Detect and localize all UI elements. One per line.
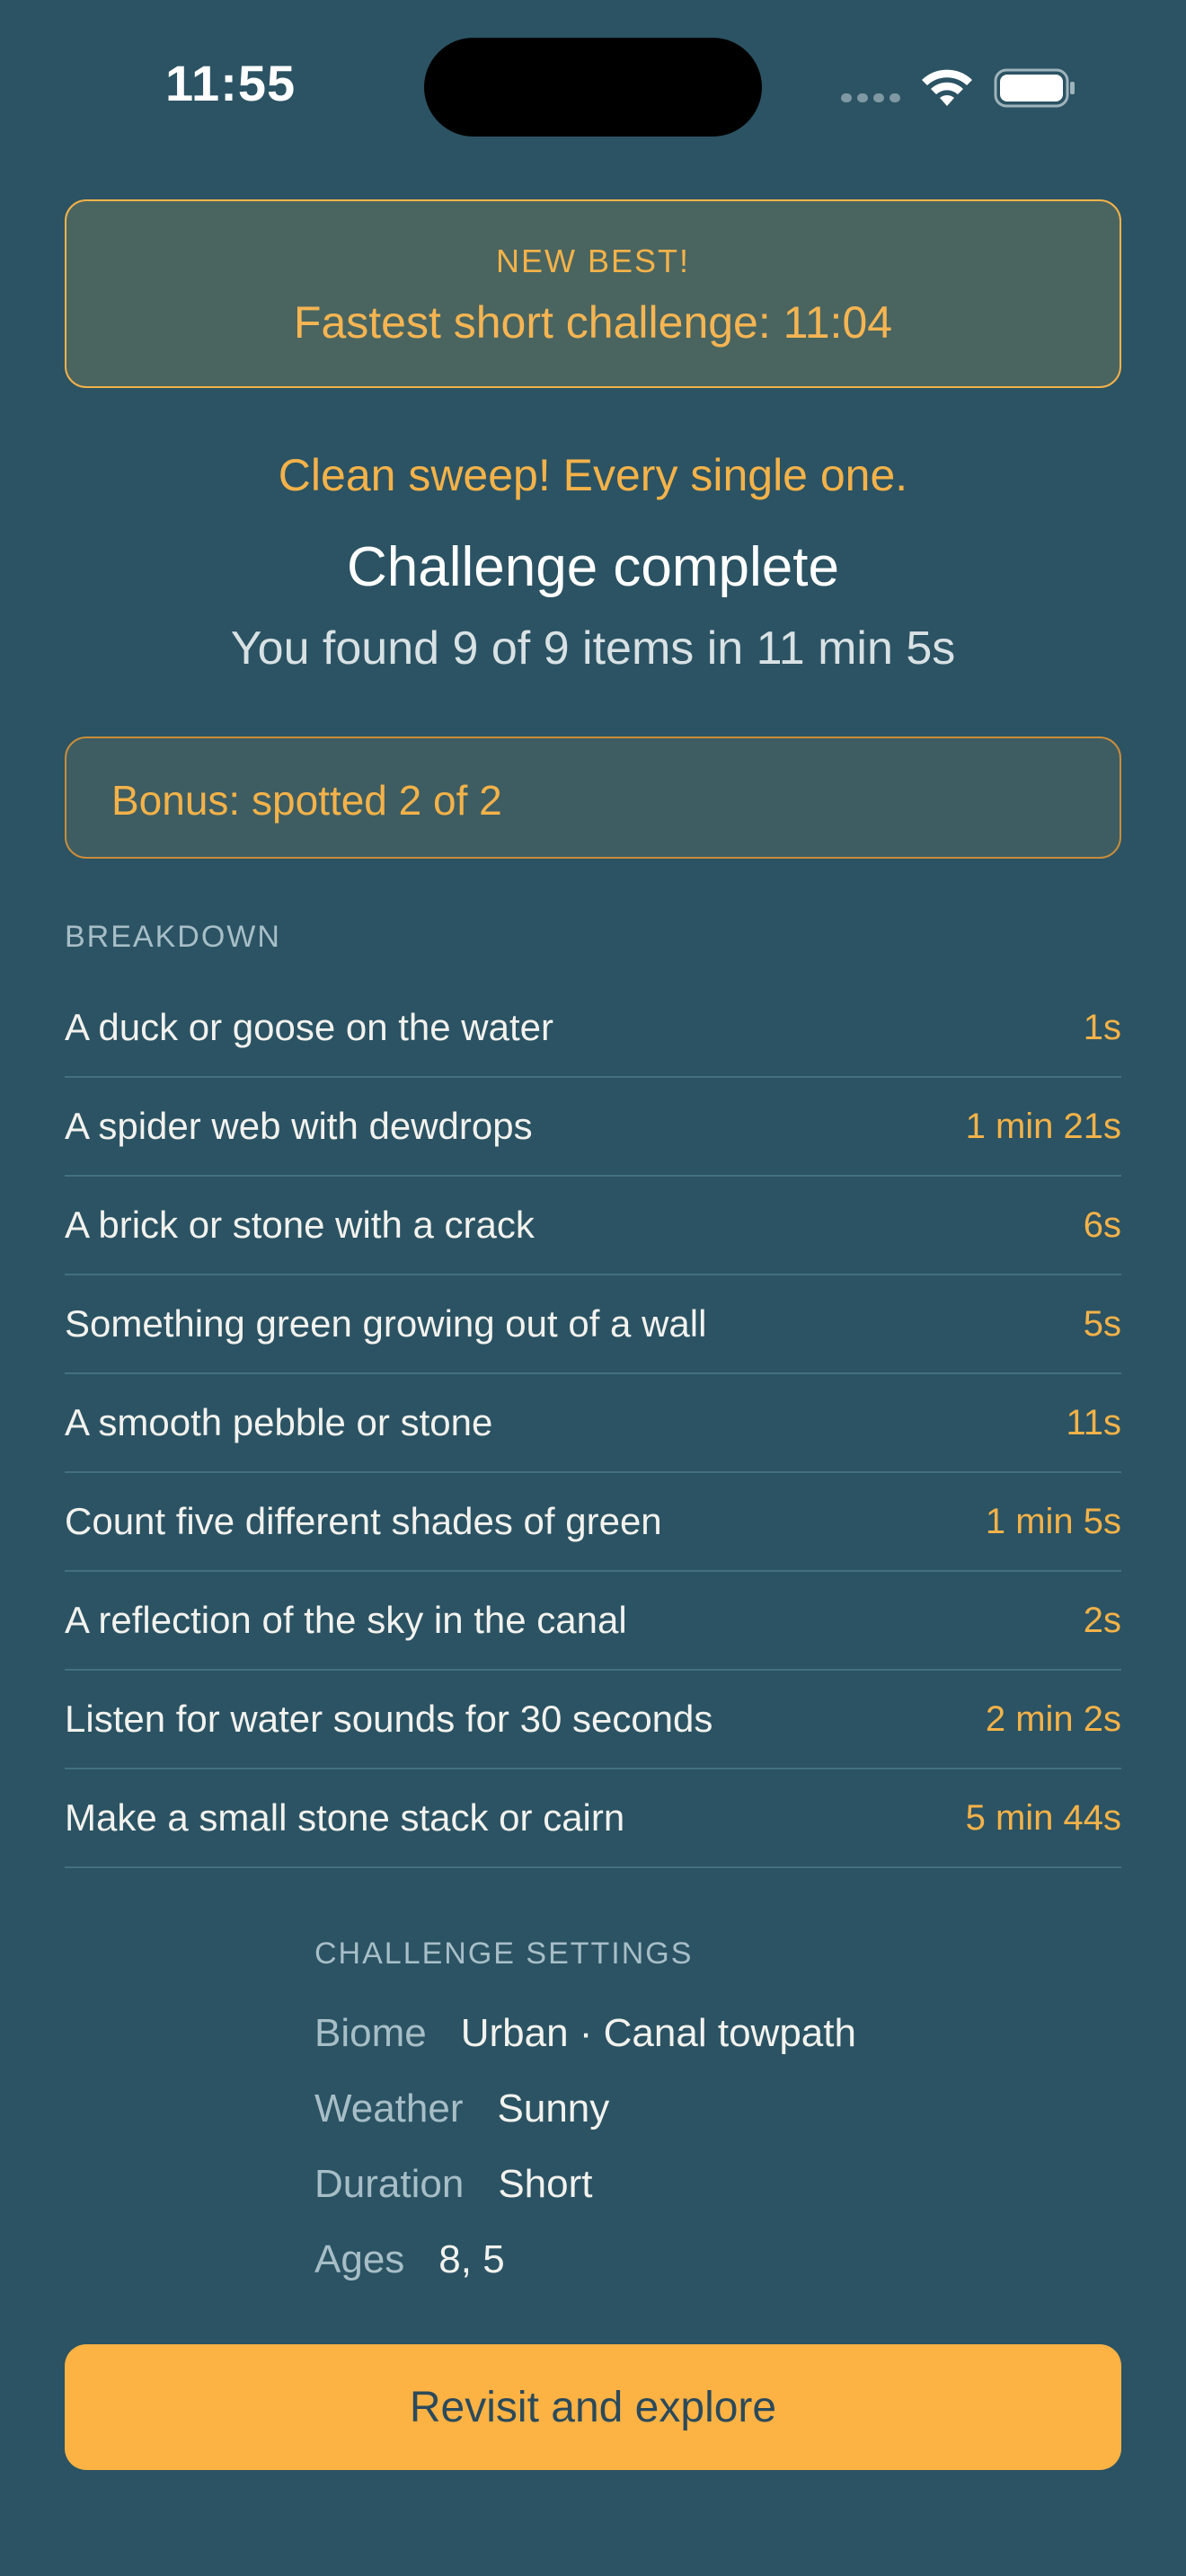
item-time: 6s xyxy=(1083,1204,1121,1245)
new-best-eyebrow: NEW BEST! xyxy=(495,243,691,279)
list-item: Listen for water sounds for 30 seconds 2… xyxy=(65,1671,1121,1769)
wifi-icon xyxy=(922,69,972,106)
new-best-banner: NEW BEST! Fastest short challenge: 11:04 xyxy=(65,199,1121,388)
status-bar: 11:55 xyxy=(0,0,1186,171)
setting-row-ages: Ages 8, 5 xyxy=(314,2222,856,2298)
list-item: A spider web with dewdrops 1 min 21s xyxy=(65,1078,1121,1177)
new-best-text: Fastest short challenge: 11:04 xyxy=(293,297,893,348)
item-name: A duck or goose on the water xyxy=(65,1006,554,1048)
item-time: 2s xyxy=(1083,1600,1121,1640)
list-item: Make a small stone stack or cairn 5 min … xyxy=(65,1769,1121,1868)
bonus-text: Bonus: spotted 2 of 2 xyxy=(111,777,502,824)
item-time: 1 min 5s xyxy=(985,1501,1121,1541)
setting-key: Ages xyxy=(314,2237,405,2281)
setting-value: 8, 5 xyxy=(438,2237,505,2281)
setting-value: Sunny xyxy=(497,2086,610,2130)
bonus-card: Bonus: spotted 2 of 2 xyxy=(65,737,1121,859)
setting-value: Short xyxy=(498,2162,593,2206)
sweep-message: Clean sweep! Every single one. xyxy=(278,450,908,500)
settings-label: CHALLENGE SETTINGS xyxy=(314,1936,694,1971)
revisit-explore-button[interactable]: Revisit and explore xyxy=(65,2344,1121,2470)
breakdown-list: A duck or goose on the water 1s A spider… xyxy=(65,979,1121,1868)
results-screen: 11:55 NEW BEST! Fastest short challenge:… xyxy=(0,0,1186,2576)
list-item: A reflection of the sky in the canal 2s xyxy=(65,1572,1121,1671)
item-time: 2 min 2s xyxy=(985,1698,1121,1739)
status-time: 11:55 xyxy=(165,55,296,111)
dynamic-island xyxy=(424,38,762,137)
setting-row-duration: Duration Short xyxy=(314,2147,856,2222)
item-name: Something green growing out of a wall xyxy=(65,1302,707,1345)
item-name: A reflection of the sky in the canal xyxy=(65,1599,627,1641)
item-name: A spider web with dewdrops xyxy=(65,1105,533,1147)
list-item: A smooth pebble or stone 11s xyxy=(65,1374,1121,1473)
item-name: Count five different shades of green xyxy=(65,1500,662,1542)
list-item: Count five different shades of green 1 m… xyxy=(65,1473,1121,1572)
challenge-settings: Biome Urban · Canal towpath Weather Sunn… xyxy=(314,1996,856,2298)
list-item: Something green growing out of a wall 5s xyxy=(65,1275,1121,1374)
item-name: A brick or stone with a crack xyxy=(65,1204,535,1246)
setting-key: Weather xyxy=(314,2086,464,2130)
item-time: 1 min 21s xyxy=(965,1106,1121,1146)
found-summary: You found 9 of 9 items in 11 min 5s xyxy=(230,622,956,675)
list-item: A brick or stone with a crack 6s xyxy=(65,1177,1121,1275)
battery-icon xyxy=(994,68,1075,108)
cellular-signal-icon xyxy=(841,93,900,102)
setting-row-biome: Biome Urban · Canal towpath xyxy=(314,1996,856,2071)
setting-key: Duration xyxy=(314,2162,465,2206)
breakdown-label: BREAKDOWN xyxy=(65,920,281,954)
setting-value: Urban · Canal towpath xyxy=(460,2011,856,2055)
item-time: 11s xyxy=(1066,1402,1121,1442)
item-time: 5s xyxy=(1083,1303,1121,1344)
setting-key: Biome xyxy=(314,2011,427,2055)
item-name: A smooth pebble or stone xyxy=(65,1401,493,1443)
page-title: Challenge complete xyxy=(346,536,839,598)
setting-row-weather: Weather Sunny xyxy=(314,2071,856,2147)
item-time: 1s xyxy=(1083,1007,1121,1047)
item-name: Make a small stone stack or cairn xyxy=(65,1796,625,1839)
item-time: 5 min 44s xyxy=(965,1797,1121,1838)
list-item: A duck or goose on the water 1s xyxy=(65,979,1121,1078)
item-name: Listen for water sounds for 30 seconds xyxy=(65,1698,713,1740)
